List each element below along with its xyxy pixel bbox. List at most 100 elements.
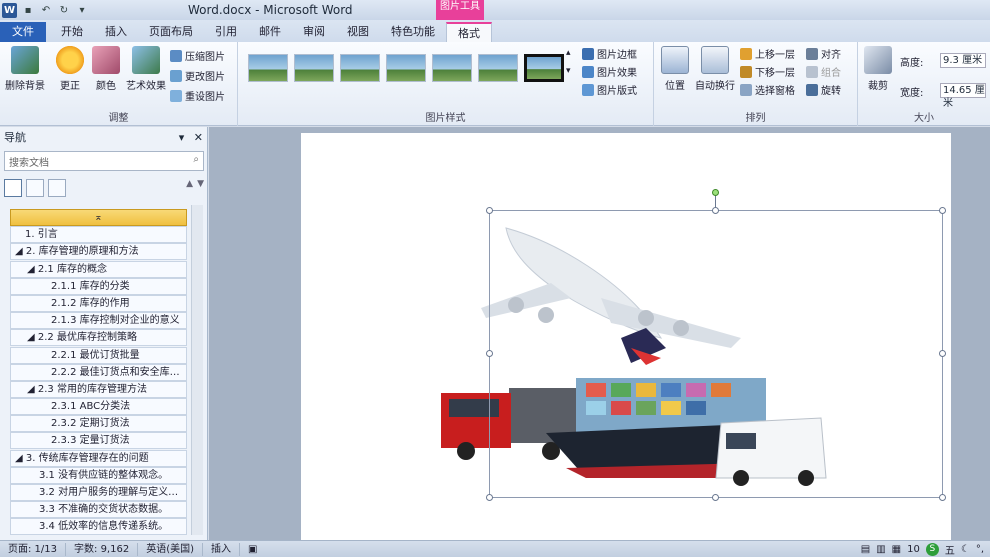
resize-handle-right[interactable] [939, 350, 946, 357]
redo-icon[interactable]: ↻ [57, 5, 71, 16]
tab-format[interactable]: 格式 [446, 22, 492, 42]
crop-button[interactable]: 裁剪 [862, 46, 894, 92]
tab-home[interactable]: 开始 [50, 22, 94, 42]
group-button[interactable]: 组合 [806, 64, 841, 79]
tab-insert[interactable]: 插入 [94, 22, 138, 42]
ime-moon-icon[interactable]: ☾ [961, 544, 970, 555]
position-button[interactable]: 位置 [658, 46, 692, 92]
picture-style-6[interactable] [478, 54, 518, 82]
web-layout-view-icon[interactable]: ▦ [892, 544, 901, 555]
language-indicator[interactable]: 英语(美国) [138, 542, 204, 556]
picture-selection-frame[interactable] [489, 210, 943, 498]
word-count[interactable]: 字数: 9,162 [66, 542, 139, 556]
document-page[interactable] [301, 133, 951, 540]
heading-item[interactable]: 3.2 对用户服务的理解与定义不... [10, 484, 187, 501]
change-picture-button[interactable]: 更改图片 [170, 68, 225, 83]
style-gallery-more[interactable]: ▾ [566, 66, 571, 76]
heading-item[interactable]: ◢ 2.1 库存的概念 [10, 260, 187, 278]
search-document-input[interactable]: 搜索文档 ⌕ [4, 151, 204, 171]
heading-item[interactable]: 1. 引言 [10, 226, 187, 244]
heading-item[interactable]: 2.2.2 最佳订货点和安全库存... [10, 363, 187, 381]
rotate-button[interactable]: 旋转 [806, 82, 841, 97]
insert-mode-indicator[interactable]: 插入 [203, 542, 241, 556]
picture-style-5[interactable] [432, 54, 472, 82]
heading-item[interactable]: 2.2.1 最优订货批量 [10, 346, 187, 364]
width-input[interactable]: 14.65 厘米 [940, 83, 986, 109]
picture-style-7[interactable] [524, 54, 564, 82]
print-layout-view-icon[interactable]: ▤ [861, 544, 870, 555]
tab-page-layout[interactable]: 页面布局 [138, 22, 204, 42]
resize-handle-top-right[interactable] [939, 207, 946, 214]
picture-border-button[interactable]: 图片边框 [582, 46, 637, 61]
tab-file[interactable]: 文件 [0, 22, 46, 42]
heading-item[interactable]: 2.1.3 库存控制对企业的意义 [10, 312, 187, 330]
heading-item[interactable]: 2.3.1 ABC分类法 [10, 398, 187, 416]
heading-item[interactable]: 3.1 没有供应链的整体观念。 [10, 466, 187, 484]
heading-item[interactable]: 2.1.2 库存的作用 [10, 294, 187, 312]
remove-background-button[interactable]: 删除背景 [4, 46, 46, 92]
save-icon[interactable]: ▪ [21, 5, 35, 16]
heading-item[interactable]: ◢ 3. 传统库存管理存在的问题 [10, 449, 187, 467]
pages-view-tab[interactable] [26, 179, 44, 197]
word-logo-icon[interactable]: W [2, 2, 17, 18]
pane-options-icon[interactable]: ▾ [179, 131, 185, 144]
tab-references[interactable]: 引用 [204, 22, 248, 42]
next-heading-icon[interactable]: ▼ [197, 179, 204, 199]
corrections-button[interactable]: 更正 [54, 46, 86, 92]
search-icon[interactable]: ⌕ [193, 154, 199, 165]
resize-handle-bottom-right[interactable] [939, 494, 946, 501]
resize-handle-top[interactable] [712, 207, 719, 214]
resize-handle-bottom[interactable] [712, 494, 719, 501]
resize-handle-bottom-left[interactable] [486, 494, 493, 501]
heading-item[interactable]: 2.3.2 定期订货法 [10, 415, 187, 433]
picture-style-3[interactable] [340, 54, 380, 82]
height-input[interactable]: 9.3 厘米 [940, 53, 986, 68]
align-button[interactable]: 对齐 [806, 46, 841, 61]
heading-item[interactable]: 2.3.3 定量订货法 [10, 432, 187, 450]
compress-pictures-button[interactable]: 压缩图片 [170, 48, 225, 63]
close-icon[interactable]: ✕ [194, 131, 203, 144]
color-button[interactable]: 颜色 [90, 46, 122, 92]
heading-item[interactable]: 3.4 低效率的信息传递系统。 [10, 518, 187, 535]
ime-punctuation-icon[interactable]: °, [976, 544, 984, 555]
style-gallery-scroll[interactable]: ▴ [566, 48, 571, 58]
reset-picture-button[interactable]: 重设图片 [170, 88, 225, 103]
previous-heading-icon[interactable]: ▲ [186, 179, 193, 199]
zoom-level[interactable]: 10 [907, 544, 920, 555]
picture-effects-button[interactable]: 图片效果 [582, 64, 637, 79]
undo-icon[interactable]: ↶ [39, 5, 53, 16]
full-screen-view-icon[interactable]: ▥ [876, 544, 885, 555]
ime-mode-label[interactable]: 五 [945, 542, 955, 557]
navigation-scrollbar[interactable] [191, 205, 203, 535]
resize-handle-top-left[interactable] [486, 207, 493, 214]
collapse-headings-button[interactable]: ⌅ [10, 209, 187, 226]
macro-record-icon[interactable]: ▣ [240, 543, 265, 556]
resize-handle-left[interactable] [486, 350, 493, 357]
tab-special-features[interactable]: 特色功能 [380, 22, 446, 42]
tab-review[interactable]: 审阅 [292, 22, 336, 42]
heading-item[interactable]: 3.3 不准确的交货状态数据。 [10, 501, 187, 519]
ime-logo-icon[interactable]: S [925, 542, 939, 556]
tab-view[interactable]: 视图 [336, 22, 380, 42]
heading-item[interactable]: ◢ 2.2 最优库存控制策略 [10, 329, 187, 347]
headings-view-tab[interactable] [4, 179, 22, 197]
results-view-tab[interactable] [48, 179, 66, 197]
heading-item[interactable]: 2.1.1 库存的分类 [10, 277, 187, 295]
rotate-handle[interactable] [712, 189, 719, 196]
group-label-adjust: 调整 [108, 113, 129, 124]
picture-style-1[interactable] [248, 54, 288, 82]
heading-item[interactable]: ◢ 2.3 常用的库存管理方法 [10, 380, 187, 398]
group-label-arrange: 排列 [745, 113, 766, 124]
heading-item[interactable]: ◢ 2. 库存管理的原理和方法 [10, 243, 187, 261]
send-backward-button[interactable]: 下移一层 [740, 64, 795, 79]
page-count[interactable]: 页面: 1/13 [0, 542, 67, 556]
artistic-effects-button[interactable]: 艺术效果 [124, 46, 168, 92]
customize-qat-icon[interactable]: ▾ [75, 5, 89, 16]
tab-mailings[interactable]: 邮件 [248, 22, 292, 42]
selection-pane-button[interactable]: 选择窗格 [740, 82, 795, 97]
picture-style-2[interactable] [294, 54, 334, 82]
picture-style-4[interactable] [386, 54, 426, 82]
wrap-text-button[interactable]: 自动换行 [694, 46, 736, 92]
bring-forward-button[interactable]: 上移一层 [740, 46, 795, 61]
picture-layout-button[interactable]: 图片版式 [582, 82, 637, 97]
